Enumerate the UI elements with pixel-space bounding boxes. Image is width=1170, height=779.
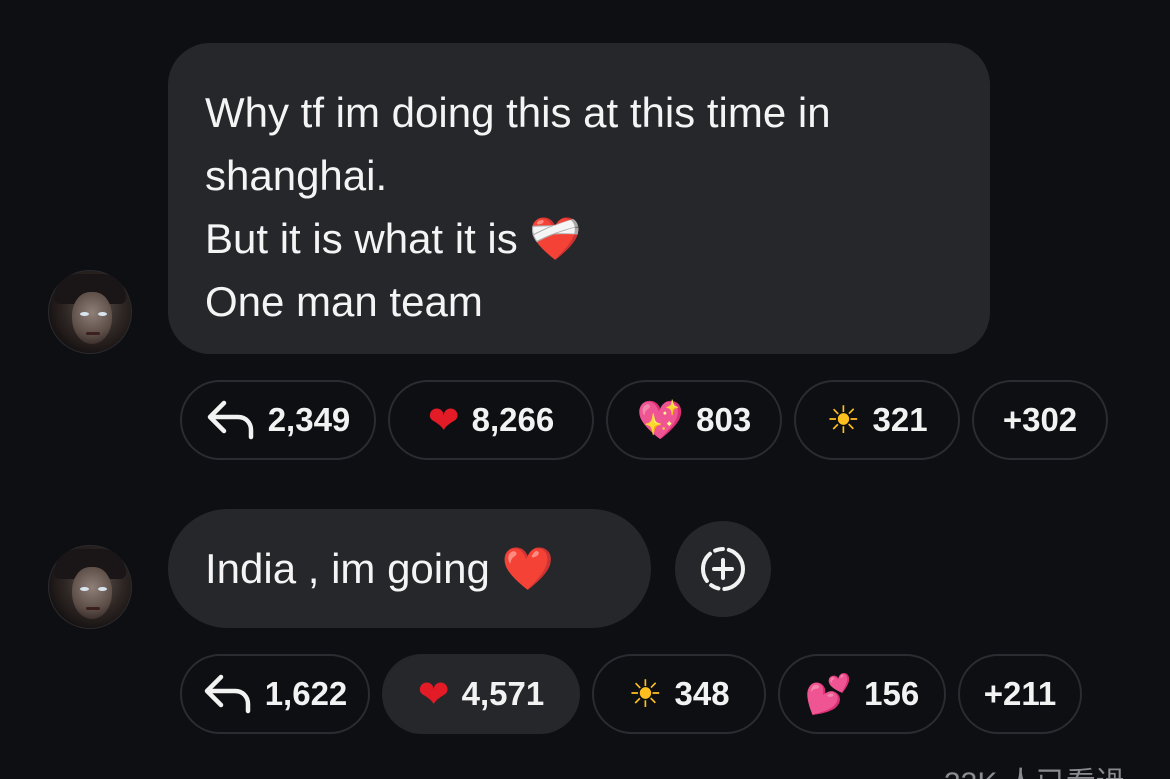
avatar-eye: [98, 312, 107, 316]
red-heart-icon: ❤: [417, 672, 450, 716]
avatar[interactable]: [48, 270, 132, 354]
reaction-count: 803: [696, 401, 752, 438]
add-reaction-button[interactable]: [675, 521, 771, 617]
avatar-mouth: [86, 607, 100, 610]
reaction-count: 156: [864, 675, 920, 712]
reaction-chip-red-heart[interactable]: ❤ 8,266: [388, 380, 594, 460]
avatar-face: [72, 567, 112, 619]
reaction-count: 321: [872, 401, 928, 438]
avatar-eye: [80, 312, 89, 316]
sun-icon: ☀: [628, 672, 663, 716]
reaction-count: 4,571: [461, 675, 545, 712]
avatar-face: [72, 292, 112, 344]
avatar-eye: [80, 587, 89, 591]
more-reactions-count: +211: [983, 675, 1057, 712]
more-reactions-chip[interactable]: +302: [972, 380, 1108, 460]
reply-count-chip[interactable]: 1,622: [180, 654, 370, 734]
message-text-line: Why tf im doing this at this time in: [205, 89, 831, 136]
message-bubble[interactable]: India , im going ❤️: [168, 509, 651, 628]
reply-arrow-icon: [204, 674, 250, 714]
message-text-line: But it is what it is ❤️‍🩹: [205, 215, 582, 262]
reply-count: 2,349: [267, 401, 351, 438]
reply-count: 1,622: [264, 675, 348, 712]
reaction-chip-sparkling-heart[interactable]: 💖 803: [606, 380, 782, 460]
chat-view: Why tf im doing this at this time in sha…: [0, 0, 1170, 779]
reaction-chip-red-heart[interactable]: ❤ 4,571: [382, 654, 580, 734]
sparkling-heart-icon: 💖: [636, 398, 685, 442]
message-text-line: India , im going ❤️: [205, 545, 554, 592]
reaction-chip-sun[interactable]: ☀ 348: [592, 654, 766, 734]
view-count-label: 33K 人已看過: [944, 758, 1126, 779]
reaction-bar: 2,349 ❤ 8,266 💖 803 ☀ 321 +302: [180, 380, 1110, 460]
message-bubble[interactable]: Why tf im doing this at this time in sha…: [168, 43, 990, 354]
sun-icon: ☀: [826, 398, 861, 442]
two-hearts-icon: 💕: [804, 672, 853, 716]
message-text-line: shanghai.: [205, 152, 388, 199]
reaction-bar: 1,622 ❤ 4,571 ☀ 348 💕 156 +211: [180, 654, 1090, 734]
reaction-count: 8,266: [471, 401, 555, 438]
more-reactions-chip[interactable]: +211: [958, 654, 1082, 734]
avatar-mouth: [86, 332, 100, 335]
avatar[interactable]: [48, 545, 132, 629]
red-heart-icon: ❤: [427, 398, 460, 442]
reply-arrow-icon: [207, 400, 253, 440]
avatar-eye: [98, 587, 107, 591]
reaction-count: 348: [674, 675, 730, 712]
reply-count-chip[interactable]: 2,349: [180, 380, 376, 460]
message-text-line: One man team: [205, 278, 483, 325]
more-reactions-count: +302: [1002, 401, 1078, 438]
reaction-chip-sun[interactable]: ☀ 321: [794, 380, 960, 460]
add-reaction-icon: [701, 547, 745, 591]
reaction-chip-two-hearts[interactable]: 💕 156: [778, 654, 946, 734]
